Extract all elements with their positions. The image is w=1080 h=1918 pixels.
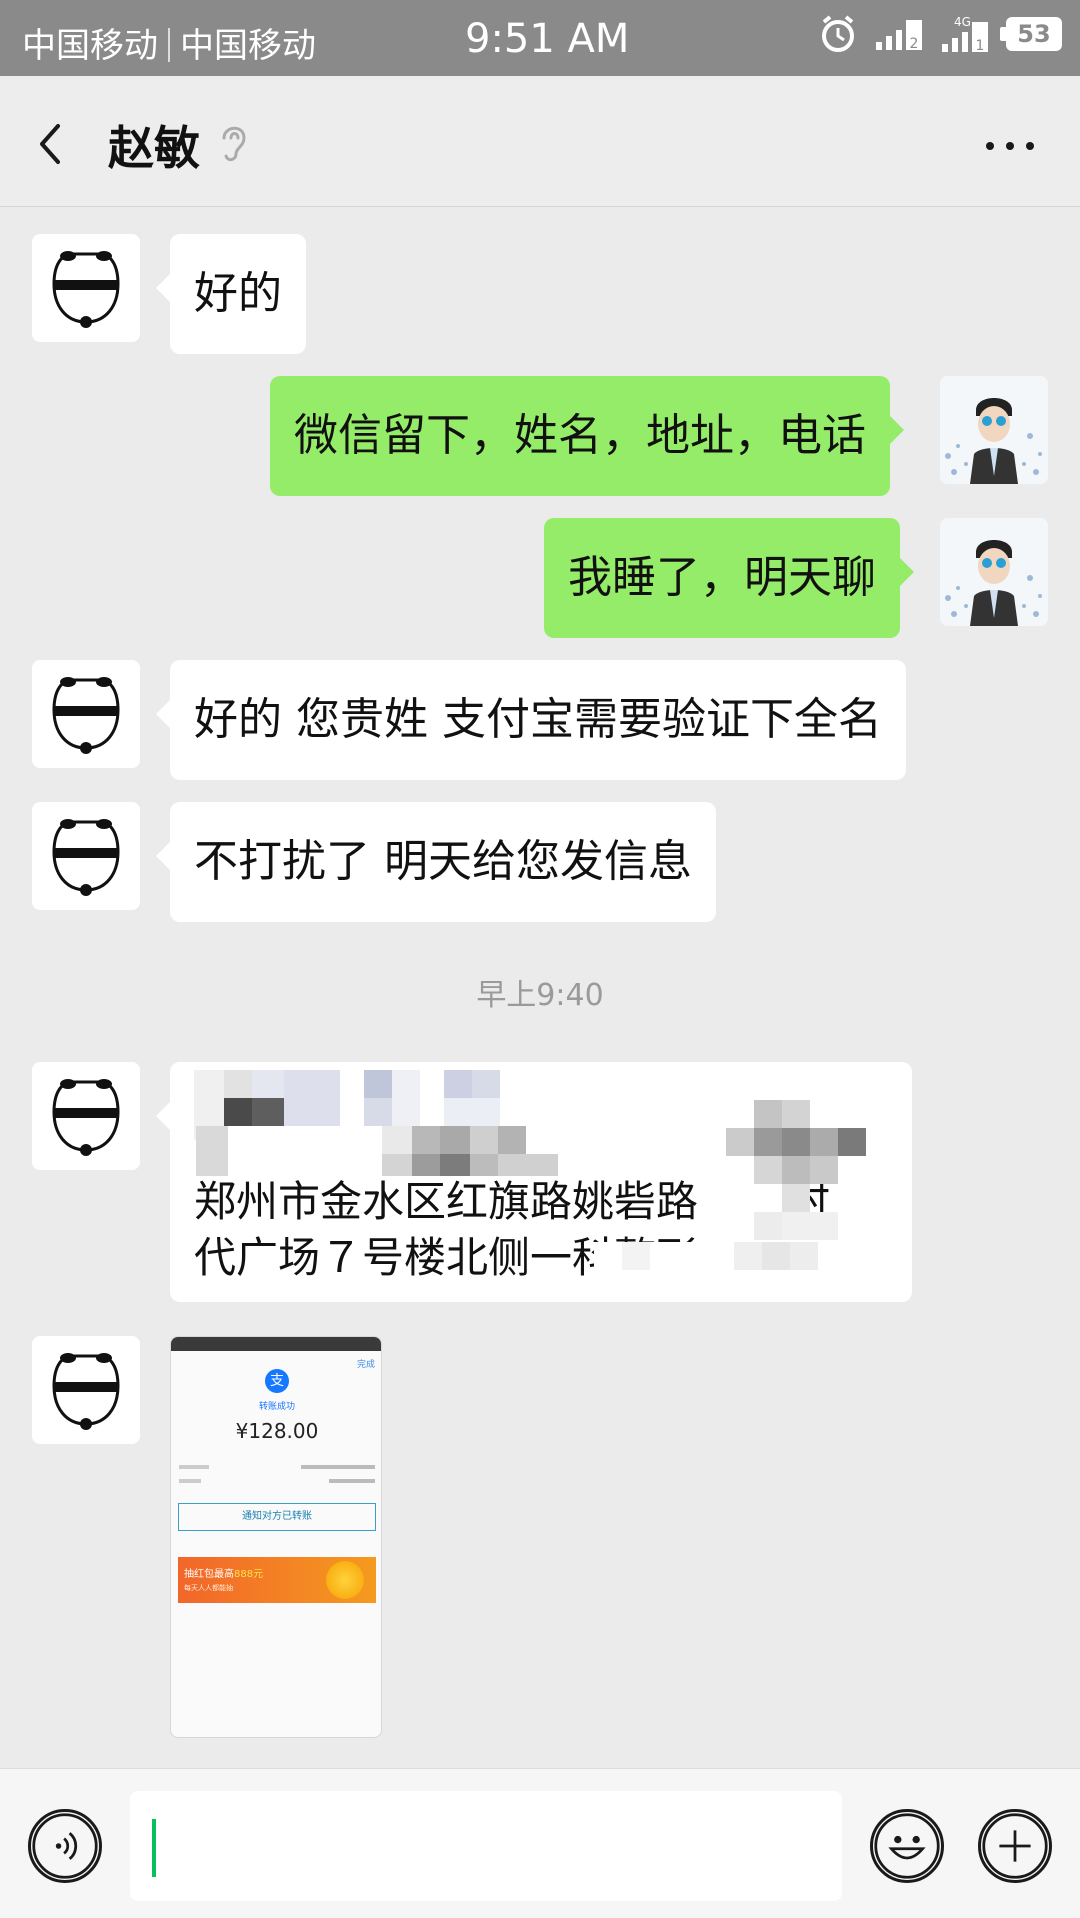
more-icon[interactable] xyxy=(980,126,1040,166)
message-text: 我睡了，明天聊 xyxy=(568,552,876,603)
promo-title: 抽红包最高888元 xyxy=(184,1565,263,1580)
coin-icon xyxy=(326,1561,364,1599)
message-bubble-outgoing[interactable]: 我睡了，明天聊 xyxy=(544,518,914,638)
transfer-amount: ¥128.00 xyxy=(235,1419,319,1443)
contact-avatar[interactable] xyxy=(32,1062,140,1170)
contact-avatar[interactable] xyxy=(32,234,140,342)
status-icons: 2 4G 1 53 xyxy=(818,14,1062,54)
screenshot-done-label: 完成 xyxy=(356,1360,375,1370)
message-input[interactable] xyxy=(130,1791,842,1901)
emoji-icon[interactable] xyxy=(870,1809,944,1883)
input-bar xyxy=(0,1768,1080,1918)
my-avatar[interactable] xyxy=(940,376,1048,484)
panda-avatar-icon xyxy=(52,1079,120,1156)
ear-icon xyxy=(222,126,246,162)
message-text: 不打扰了 明天给您发信息 xyxy=(194,836,692,887)
promo-amount: 888元 xyxy=(234,1569,264,1580)
battery-icon: 53 xyxy=(1000,17,1062,51)
image-message-alipay-screenshot[interactable]: 完成 支 转账成功 ¥128.00 通知对方已转账 抽红包最高888元 每天人人… xyxy=(170,1336,382,1738)
alarm-icon xyxy=(822,15,854,52)
detail-row xyxy=(179,1461,375,1475)
carrier-info: 中国移动 中国移动 xyxy=(22,18,316,67)
alipay-logo-icon: 支 xyxy=(265,1369,289,1393)
message-timestamp: 早上9:40 xyxy=(476,978,604,1013)
message-text: 好的 xyxy=(194,268,282,319)
signal-4g-sim1-icon: 4G 1 xyxy=(942,15,988,54)
panda-avatar-icon xyxy=(52,677,120,754)
contact-avatar[interactable] xyxy=(32,660,140,768)
screenshot-status-bar xyxy=(171,1337,381,1351)
contact-avatar[interactable] xyxy=(32,802,140,910)
transfer-detail-rows xyxy=(179,1461,375,1489)
message-bubble-incoming[interactable]: 不打扰了 明天给您发信息 xyxy=(156,802,716,922)
text-caret xyxy=(152,1819,156,1877)
panda-avatar-icon xyxy=(52,251,120,328)
notify-transferred-button: 通知对方已转账 xyxy=(178,1503,376,1531)
contact-avatar[interactable] xyxy=(32,1336,140,1444)
message-bubble-incoming[interactable]: 好的 xyxy=(156,234,306,354)
my-avatar[interactable] xyxy=(940,518,1048,626)
cartoon-man-avatar-icon xyxy=(940,518,1048,626)
plus-icon[interactable] xyxy=(978,1809,1052,1883)
back-arrow-icon[interactable] xyxy=(28,114,78,174)
contact-name: 赵敏 xyxy=(108,121,200,175)
detail-row xyxy=(179,1475,375,1489)
message-bubble-outgoing[interactable]: 微信留下，姓名，地址，电话 xyxy=(270,376,904,496)
status-bar: 中国移动 中国移动 9:51 AM 2 4G 1 53 xyxy=(0,0,1080,76)
status-time: 9:51 AM xyxy=(465,16,630,62)
chat-header: 赵敏 xyxy=(0,76,1080,207)
network-type-label: 4G xyxy=(954,15,971,29)
message-text: 微信留下，姓名，地址，电话 xyxy=(294,410,866,461)
message-bubble-incoming[interactable]: 好的 您贵姓 支付宝需要验证下全名 xyxy=(156,660,906,780)
panda-avatar-icon xyxy=(52,819,120,896)
panda-avatar-icon xyxy=(52,1353,120,1430)
sim-2-number: 2 xyxy=(910,36,919,52)
message-bubble-incoming-address[interactable]: 郑州市金水区红旗路姚砦路时 代广场７号楼北侧一科整形 xyxy=(156,1062,912,1302)
cartoon-man-avatar-icon xyxy=(940,376,1048,484)
voice-icon[interactable] xyxy=(28,1809,102,1883)
pixelated-redaction xyxy=(194,1062,894,1302)
carrier-2-label: 中国移动 xyxy=(180,26,316,66)
message-text: 好的 您贵姓 支付宝需要验证下全名 xyxy=(194,694,882,745)
promo-subtitle: 每天人人都能抽 xyxy=(184,1584,233,1592)
sim-1-number: 1 xyxy=(976,38,985,54)
red-packet-promo-banner: 抽红包最高888元 每天人人都能抽 xyxy=(178,1557,376,1603)
transfer-success-label: 转账成功 xyxy=(258,1402,295,1412)
promo-title-prefix: 抽红包最高 xyxy=(184,1569,234,1580)
carrier-1-label: 中国移动 xyxy=(22,26,158,66)
signal-sim2-icon: 2 xyxy=(876,20,922,52)
carrier-separator xyxy=(168,28,170,62)
battery-level: 53 xyxy=(1017,20,1051,48)
chat-area[interactable]: 好的 微信留下，姓名，地址，电话 我睡了，明天聊 好的 您贵姓 支付宝需要验证下… xyxy=(0,208,1080,1768)
